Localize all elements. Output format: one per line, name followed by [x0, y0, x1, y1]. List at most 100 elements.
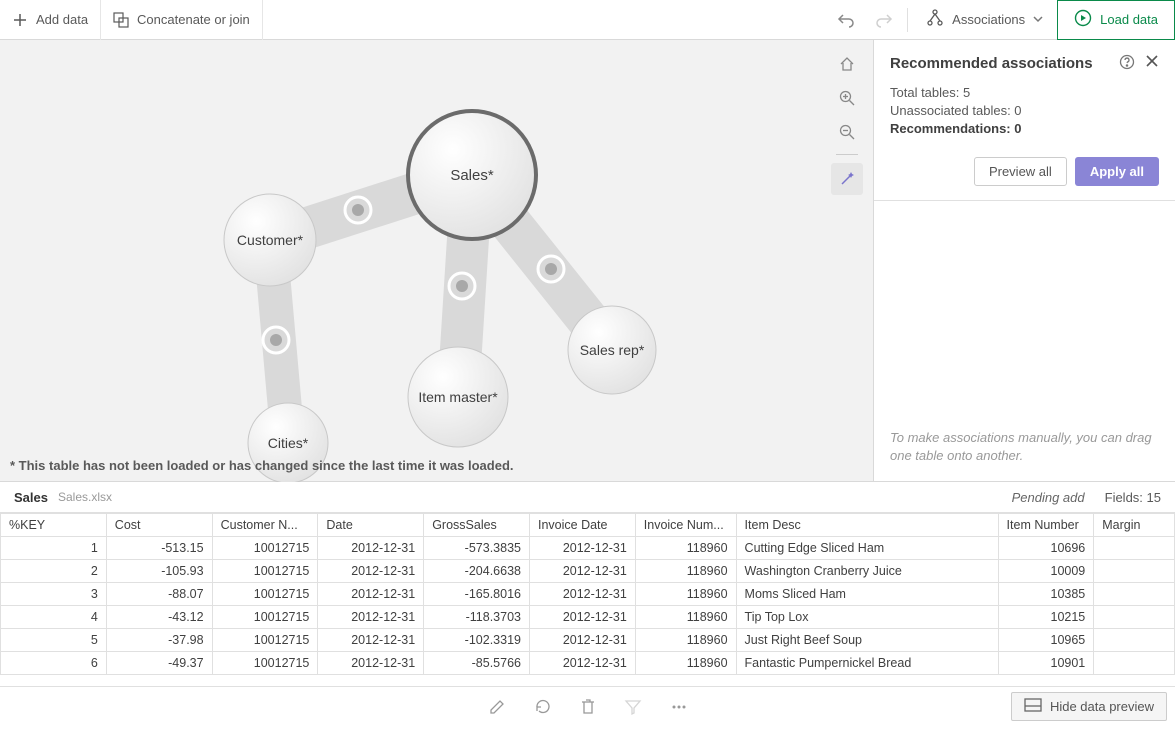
- cell: 118960: [635, 583, 736, 606]
- cell: Fantastic Pumpernickel Bread: [736, 652, 998, 675]
- cell: 118960: [635, 652, 736, 675]
- cell: 2012-12-31: [529, 606, 635, 629]
- refresh-button[interactable]: [534, 698, 552, 716]
- column-header[interactable]: Item Number: [998, 514, 1094, 537]
- column-header[interactable]: Cost: [106, 514, 212, 537]
- cell: -49.37: [106, 652, 212, 675]
- preview-icon: [1024, 698, 1042, 715]
- more-button[interactable]: [670, 698, 688, 716]
- apply-all-button[interactable]: Apply all: [1075, 157, 1159, 186]
- cell: [1094, 629, 1175, 652]
- chevron-down-icon: [1033, 12, 1043, 27]
- cell: 2012-12-31: [529, 560, 635, 583]
- cell: -85.5766: [424, 652, 530, 675]
- cell: 2012-12-31: [318, 629, 424, 652]
- filter-button[interactable]: [624, 698, 642, 716]
- associations-dropdown[interactable]: Associations: [912, 0, 1057, 40]
- cell: 2012-12-31: [318, 583, 424, 606]
- preview-all-button[interactable]: Preview all: [974, 157, 1067, 186]
- svg-text:Item master*: Item master*: [418, 389, 498, 405]
- cell: Just Right Beef Soup: [736, 629, 998, 652]
- cell: 118960: [635, 537, 736, 560]
- hide-data-preview-button[interactable]: Hide data preview: [1011, 692, 1167, 721]
- column-header[interactable]: Invoice Num...: [635, 514, 736, 537]
- panel-hint: To make associations manually, you can d…: [874, 415, 1175, 481]
- zoom-out-button[interactable]: [833, 118, 861, 146]
- cell: 10012715: [212, 560, 318, 583]
- undo-button[interactable]: [827, 0, 865, 40]
- cell: 3: [1, 583, 107, 606]
- cell: 118960: [635, 629, 736, 652]
- cell: -513.15: [106, 537, 212, 560]
- cell: 2012-12-31: [318, 537, 424, 560]
- column-header[interactable]: Item Desc: [736, 514, 998, 537]
- magic-wand-button[interactable]: [831, 163, 863, 195]
- hide-preview-label: Hide data preview: [1050, 699, 1154, 714]
- cell: 2012-12-31: [318, 560, 424, 583]
- table-row[interactable]: 1-513.15100127152012-12-31-573.38352012-…: [1, 537, 1175, 560]
- canvas-footnote: * This table has not been loaded or has …: [10, 458, 514, 473]
- edit-button[interactable]: [488, 698, 506, 716]
- cell: 2012-12-31: [529, 537, 635, 560]
- table-row[interactable]: 5-37.98100127152012-12-31-102.33192012-1…: [1, 629, 1175, 652]
- cell: -105.93: [106, 560, 212, 583]
- table-row[interactable]: 2-105.93100127152012-12-31-204.66382012-…: [1, 560, 1175, 583]
- cell: 10012715: [212, 537, 318, 560]
- delete-button[interactable]: [580, 698, 596, 716]
- redo-button[interactable]: [865, 0, 903, 40]
- graph-svg: Sales* Customer* Item master* Sales rep*…: [0, 40, 873, 482]
- cell: -573.3835: [424, 537, 530, 560]
- column-header[interactable]: Invoice Date: [529, 514, 635, 537]
- add-data-label: Add data: [36, 12, 88, 27]
- preview-file-name: Sales.xlsx: [58, 490, 1012, 504]
- table-row[interactable]: 6-49.37100127152012-12-31-85.57662012-12…: [1, 652, 1175, 675]
- svg-text:Cities*: Cities*: [268, 435, 309, 451]
- recommendations-panel: Recommended associations Total tables: 5…: [873, 40, 1175, 481]
- cell: 10215: [998, 606, 1094, 629]
- cell: Washington Cranberry Juice: [736, 560, 998, 583]
- associations-canvas[interactable]: Sales* Customer* Item master* Sales rep*…: [0, 40, 873, 481]
- cell: [1094, 583, 1175, 606]
- associations-label: Associations: [952, 12, 1025, 27]
- column-header[interactable]: Margin: [1094, 514, 1175, 537]
- concatenate-icon: [113, 12, 129, 28]
- column-header[interactable]: Date: [318, 514, 424, 537]
- table-row[interactable]: 3-88.07100127152012-12-31-165.80162012-1…: [1, 583, 1175, 606]
- column-header[interactable]: %KEY: [1, 514, 107, 537]
- cell: [1094, 560, 1175, 583]
- svg-text:Customer*: Customer*: [237, 232, 304, 248]
- concatenate-button[interactable]: Concatenate or join: [101, 0, 263, 40]
- cell: -88.07: [106, 583, 212, 606]
- cell: 10012715: [212, 606, 318, 629]
- cell: -43.12: [106, 606, 212, 629]
- preview-table-name: Sales: [14, 490, 48, 505]
- data-preview-grid[interactable]: %KEYCostCustomer N...DateGrossSalesInvoi…: [0, 512, 1175, 686]
- load-data-button[interactable]: Load data: [1057, 0, 1175, 40]
- column-header[interactable]: GrossSales: [424, 514, 530, 537]
- associations-icon: [926, 9, 944, 30]
- svg-text:Sales rep*: Sales rep*: [580, 342, 645, 358]
- add-data-button[interactable]: Add data: [0, 0, 101, 40]
- svg-text:Sales*: Sales*: [450, 167, 494, 184]
- cell: 10385: [998, 583, 1094, 606]
- help-icon[interactable]: [1119, 54, 1135, 73]
- cell: 10012715: [212, 629, 318, 652]
- cell: 2012-12-31: [529, 629, 635, 652]
- column-header[interactable]: Customer N...: [212, 514, 318, 537]
- cell: 10696: [998, 537, 1094, 560]
- bottom-toolbar: Hide data preview: [0, 686, 1175, 726]
- unassociated-line: Unassociated tables: 0: [890, 103, 1159, 118]
- home-button[interactable]: [833, 50, 861, 78]
- cell: 2012-12-31: [318, 652, 424, 675]
- close-icon[interactable]: [1145, 54, 1159, 73]
- zoom-in-button[interactable]: [833, 84, 861, 112]
- preview-header: Sales Sales.xlsx Pending add Fields: 15: [0, 482, 1175, 512]
- cell: 118960: [635, 606, 736, 629]
- cell: [1094, 606, 1175, 629]
- table-row[interactable]: 4-43.12100127152012-12-31-118.37032012-1…: [1, 606, 1175, 629]
- play-icon: [1074, 9, 1092, 30]
- cell: 10012715: [212, 652, 318, 675]
- cell: 10965: [998, 629, 1094, 652]
- cell: -102.3319: [424, 629, 530, 652]
- cell: 4: [1, 606, 107, 629]
